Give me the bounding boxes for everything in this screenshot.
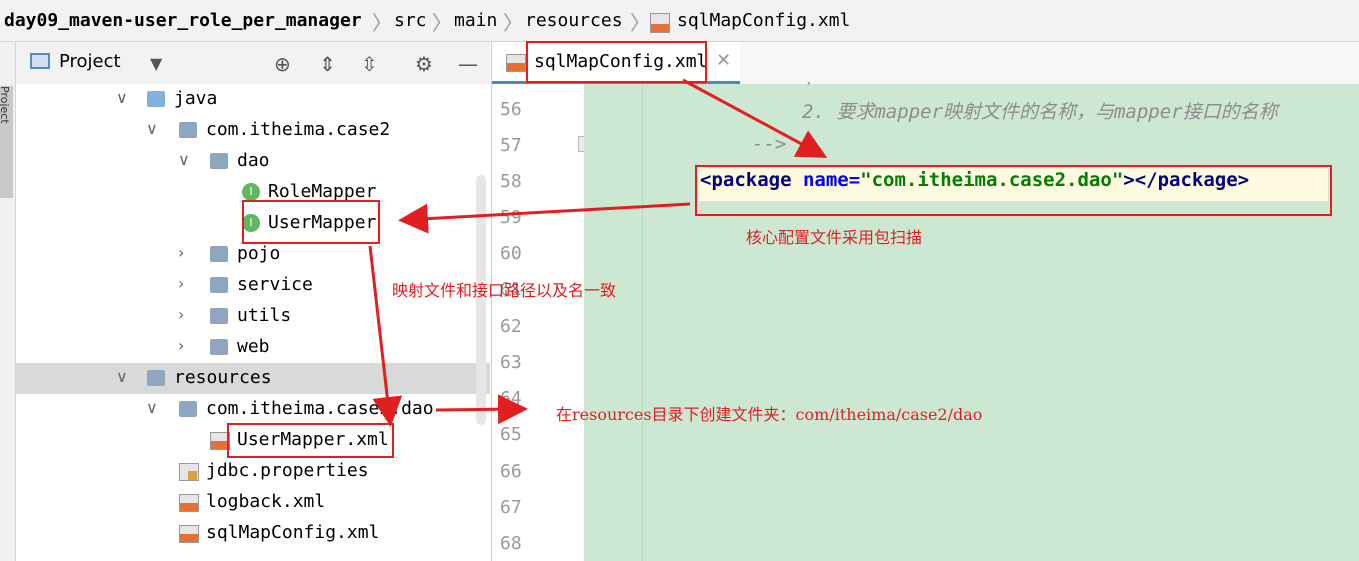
arrow-to-folder-note xyxy=(435,394,528,425)
annotation-arrows xyxy=(368,78,828,427)
arrow-tab-to-package xyxy=(682,78,828,158)
arrow-package-to-usermapper xyxy=(398,202,691,234)
arrow-usermapper-to-xml xyxy=(368,245,403,427)
